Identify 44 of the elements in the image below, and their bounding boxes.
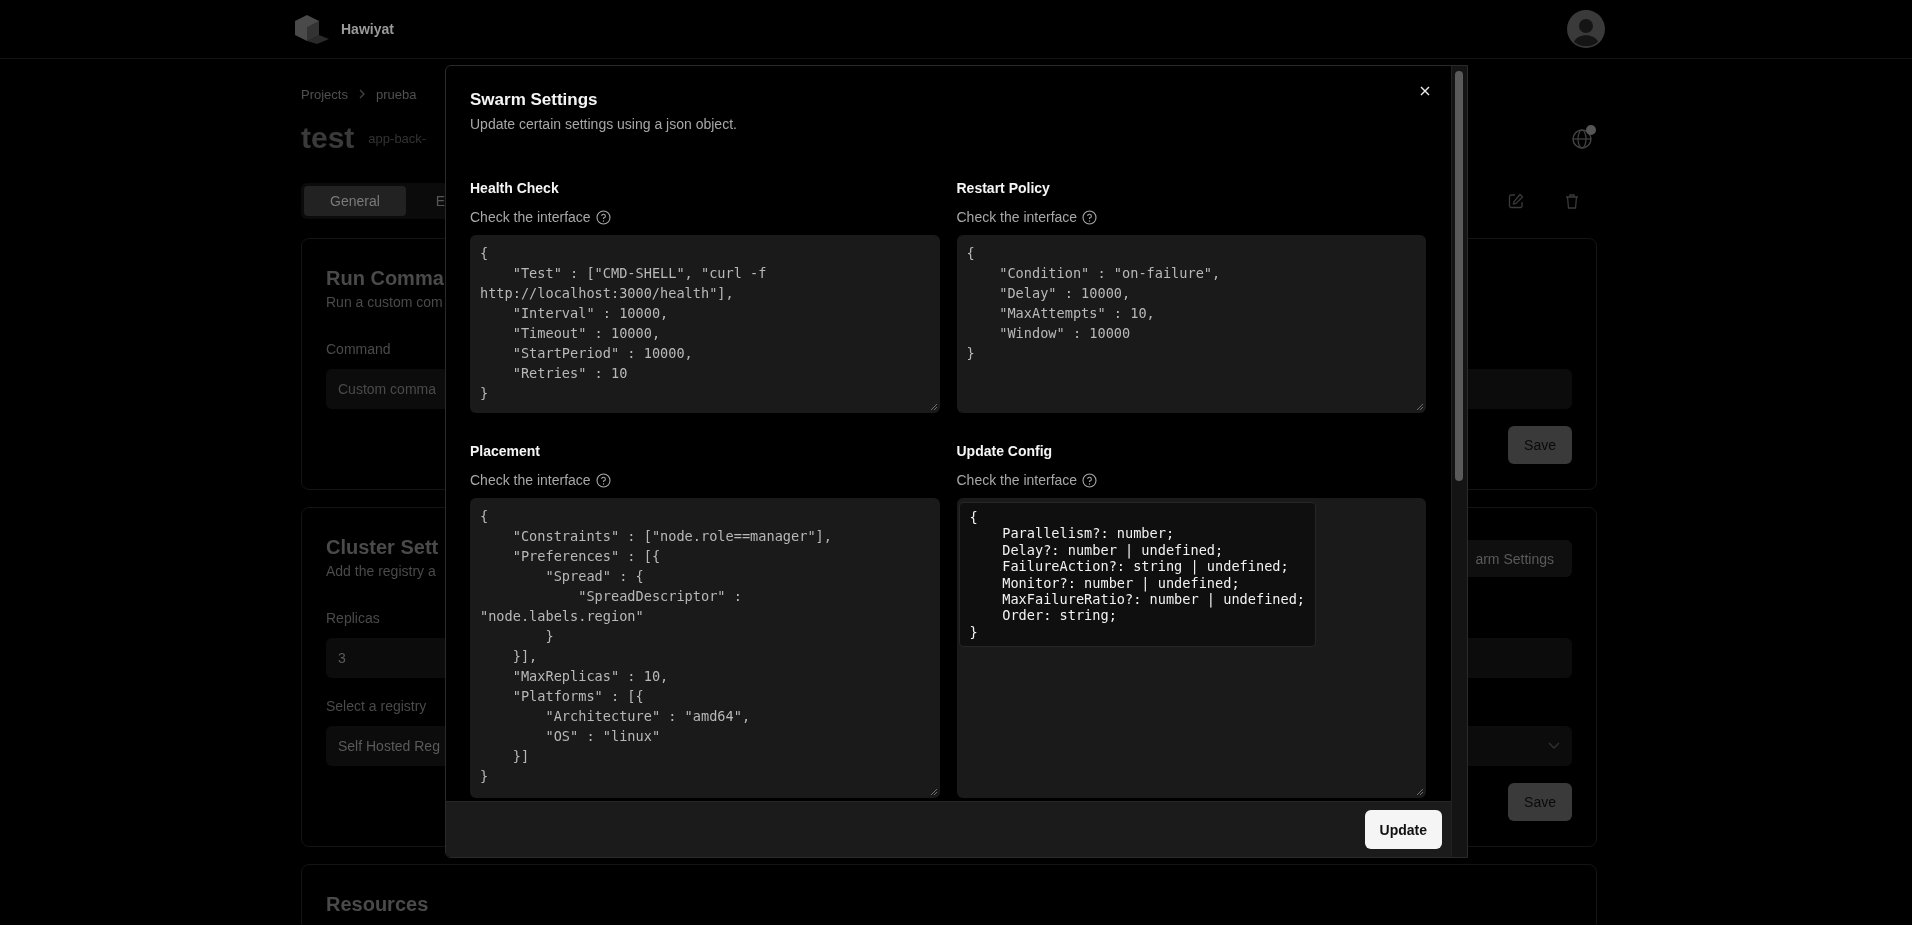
globe-icon[interactable] bbox=[1571, 124, 1597, 152]
card-title: Resources bbox=[326, 892, 429, 917]
help-icon[interactable] bbox=[1082, 209, 1098, 225]
resize-grip-icon[interactable] bbox=[929, 788, 938, 796]
tab[interactable]: E bbox=[409, 186, 472, 216]
modal-description: Update certain settings using a json object. bbox=[470, 115, 738, 134]
card-title: Run Comma bbox=[326, 266, 444, 291]
field-label: Command bbox=[326, 340, 391, 359]
close-icon bbox=[1420, 86, 1430, 96]
json-editor[interactable]: { "Test" : ["CMD-SHELL", "curl -f http://localhost:3000/health"], "Interval" : 10000, "Timeout" : 10000, "StartPeriod" : 10000, "Retries" : 10 } bbox=[470, 235, 940, 413]
card-description: Add the registry a bbox=[326, 562, 437, 581]
json-editor[interactable]: { "Constraints" : ["node.role==manager"], "Preferences" : [{ "Spread" : { "SpreadDescriptor" : "node.labels.region" } }], "MaxReplicas" : 10, "Platforms" : [{ "Architecture" : "amd64", "OS" : "linux" }] } bbox=[470, 498, 940, 798]
modal-title: Swarm Settings bbox=[470, 89, 599, 111]
field-label: Replicas bbox=[326, 609, 380, 628]
app-name: Hawiyat bbox=[341, 21, 394, 37]
scrollbar-thumb[interactable] bbox=[1455, 71, 1463, 481]
json-editor[interactable]: { "Condition" : "on-failure", "Delay" : 10000, "MaxAttempts" : 10, "Window" : 10000 } bbox=[956, 235, 1426, 413]
section-label: Health Check bbox=[470, 179, 560, 198]
breadcrumb-current[interactable]: prueba bbox=[375, 86, 417, 102]
json-editor[interactable]: { Parallelism?: number; Delay?: number | undefined; FailureAction?: string | undefined; Monitor?: number | undefined; MaxFailureRatio?: number | undefined; Order: string; } bbox=[956, 498, 1426, 798]
page-title: test bbox=[301, 121, 355, 155]
card-description: Run a custom com bbox=[326, 293, 444, 312]
help-icon[interactable] bbox=[595, 472, 611, 488]
interface-hint: Check the interface bbox=[956, 208, 1078, 227]
update-button[interactable]: Update bbox=[1364, 810, 1442, 849]
section-label: Restart Policy bbox=[956, 179, 1051, 198]
chevron-down-icon bbox=[1548, 742, 1560, 750]
section-label: Update Config bbox=[956, 442, 1054, 461]
field-label: Select a registry bbox=[326, 697, 427, 716]
tab[interactable]: General bbox=[304, 186, 406, 216]
cube-logo-icon[interactable] bbox=[293, 13, 331, 45]
interface-hint: Check the interface bbox=[470, 471, 591, 490]
chevron-right-icon bbox=[357, 89, 366, 99]
help-icon[interactable] bbox=[1082, 472, 1098, 488]
resize-grip-icon[interactable] bbox=[1416, 788, 1424, 796]
help-icon[interactable] bbox=[595, 209, 611, 225]
interface-hint: Check the interface bbox=[470, 208, 591, 227]
section-label: Placement bbox=[470, 442, 542, 461]
card-title: Cluster Sett bbox=[326, 535, 439, 560]
interface-hint: Check the interface bbox=[956, 471, 1078, 490]
breadcrumb-link[interactable]: Projects bbox=[301, 86, 348, 102]
interface-tooltip: { Parallelism?: number; Delay?: number | undefined; FailureAction?: string | undefined; Monitor?: number | undefined; MaxFailureRatio?: number | undefined; Order: string; } bbox=[958, 502, 1317, 648]
resize-grip-icon[interactable] bbox=[1416, 403, 1424, 411]
resize-grip-icon[interactable] bbox=[929, 403, 938, 411]
